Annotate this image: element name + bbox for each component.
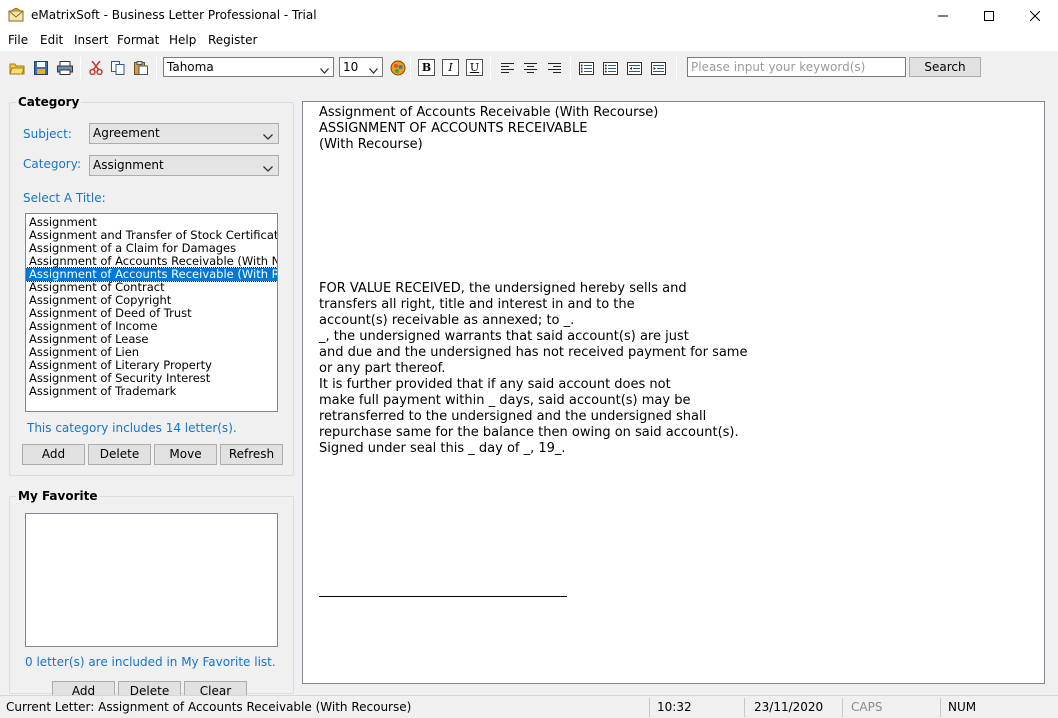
doc-line: Assignment of Accounts Receivable (With … [319,105,659,120]
cut-icon[interactable] [86,58,106,78]
num-status: NUM [948,700,977,714]
menu-file[interactable]: File [8,33,28,47]
menu-insert[interactable]: Insert [74,33,108,47]
print-icon[interactable] [55,58,75,78]
favorite-group-title: My Favorite [16,489,100,503]
move-button[interactable]: Move [154,444,217,465]
doc-line: retransferred to the undersigned and the… [319,409,707,424]
doc-line: It is further provided that if any said … [319,377,671,392]
indent-icon[interactable] [648,58,668,78]
subject-value: Agreement [93,126,160,140]
document-editor[interactable]: Assignment of Accounts Receivable (With … [302,101,1045,684]
doc-line: or any part thereof. [319,361,446,376]
open-icon[interactable] [7,58,27,78]
menu-help[interactable]: Help [169,33,196,47]
status-separator [842,698,843,717]
menu-edit[interactable]: Edit [40,33,63,47]
signature-line [319,596,567,597]
title-listbox[interactable]: Assignment Assignment and Transfer of St… [25,213,278,412]
align-left-icon[interactable] [497,58,517,78]
italic-button[interactable]: I [442,59,459,76]
bullet-list-icon[interactable] [600,58,620,78]
minimize-button[interactable] [920,0,966,31]
window-title: eMatrixSoft - Business Letter Profession… [31,8,317,22]
outdent-icon[interactable] [624,58,644,78]
select-title-label: Select A Title: [23,191,106,205]
underline-button[interactable]: U [466,59,483,76]
bold-button[interactable]: B [418,59,435,76]
status-separator [649,698,650,717]
favorite-add-button[interactable]: Add [52,681,115,695]
copy-icon[interactable] [108,58,128,78]
doc-line: (With Recourse) [319,137,423,152]
list-item[interactable]: Assignment of Trademark [26,385,277,398]
close-icon [1030,10,1040,21]
toolbar-separator [490,57,491,79]
minimize-icon [938,15,948,16]
subject-label: Subject: [23,127,72,141]
caps-status: CAPS [851,700,883,714]
category-group-title: Category [16,95,82,109]
menu-format[interactable]: Format [117,33,159,47]
maximize-button[interactable] [966,0,1012,31]
doc-line: repurchase same for the balance then owi… [319,425,739,440]
font-size-value: 10 [343,60,359,74]
refresh-button[interactable]: Refresh [220,444,283,465]
color-palette-icon[interactable] [388,58,408,78]
add-button[interactable]: Add [22,444,85,465]
envelope-icon [8,7,24,22]
toolbar-separator [676,57,677,79]
chevron-down-icon [263,161,273,175]
time-status: 10:32 [657,700,692,714]
date-status: 23/11/2020 [754,700,824,714]
status-bar: Current Letter: Assignment of Accounts R… [0,695,1058,718]
doc-line: FOR VALUE RECEIVED, the undersigned here… [319,281,687,296]
menu-register[interactable]: Register [208,33,257,47]
align-right-icon[interactable] [544,58,564,78]
font-family-select[interactable]: Tahoma [163,57,334,77]
current-letter-status: Current Letter: Assignment of Accounts R… [6,700,412,714]
menu-bar: File Edit Insert Format Help Register [0,31,1058,51]
toolbar-separator [410,57,411,79]
status-separator [940,698,941,717]
favorite-listbox[interactable] [25,513,278,647]
font-size-select[interactable]: 10 [339,57,383,77]
doc-line: _, the undersigned warrants that said ac… [319,329,689,344]
toolbar-separator [80,57,81,79]
title-bar: eMatrixSoft - Business Letter Profession… [0,0,1058,31]
doc-line: account(s) receivable as annexed; to _. [319,313,575,328]
paste-icon[interactable] [131,58,151,78]
status-separator [744,698,745,717]
chevron-down-icon [263,129,273,143]
doc-line: transfers all right, title and interest … [319,297,635,312]
doc-line: Signed under seal this _ day of _, 19_. [319,441,566,456]
numbered-list-icon[interactable] [576,58,596,78]
favorite-delete-button[interactable]: Delete [118,681,181,695]
favorite-clear-button[interactable]: Clear [184,681,247,695]
toolbar-separator [570,57,571,79]
category-label: Category: [23,157,81,171]
doc-line: and due and the undersigned has not rece… [319,345,748,360]
close-button[interactable] [1012,0,1058,31]
doc-line: ASSIGNMENT OF ACCOUNTS RECEIVABLE [319,121,588,136]
chevron-down-icon [320,63,329,77]
doc-line: make full payment within _ days, said ac… [319,393,691,408]
subject-select[interactable]: Agreement [89,123,279,144]
favorite-count-text: 0 letter(s) are included in My Favorite … [25,655,276,669]
save-icon[interactable] [31,58,51,78]
delete-button[interactable]: Delete [88,444,151,465]
category-value: Assignment [93,158,164,172]
category-count-text: This category includes 14 letter(s). [27,421,237,435]
maximize-icon [984,10,994,21]
chevron-down-icon [369,63,378,77]
category-select[interactable]: Assignment [89,155,279,176]
align-center-icon[interactable] [520,58,540,78]
toolbar-separator [156,57,157,79]
font-family-value: Tahoma [167,60,214,74]
search-input[interactable] [687,57,906,77]
search-button[interactable]: Search [909,57,981,77]
